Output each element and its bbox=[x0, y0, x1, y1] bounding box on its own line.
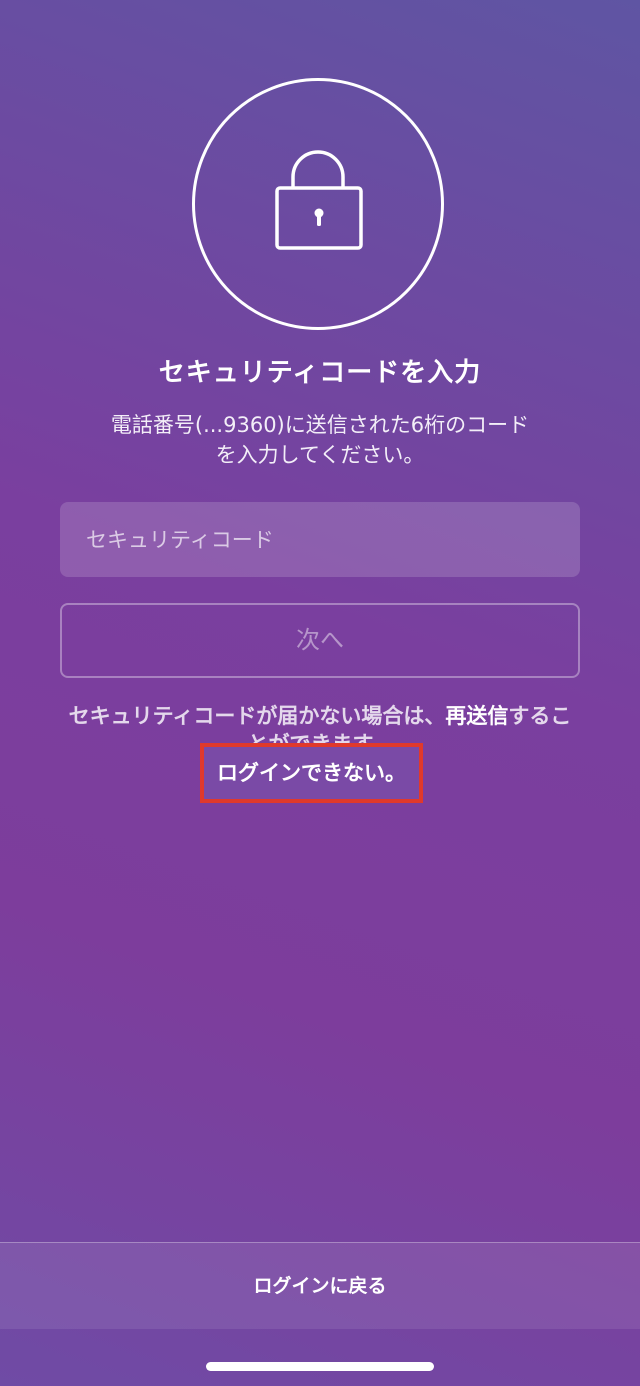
resend-prefix: セキュリティコードが届かない場合は、 bbox=[68, 704, 446, 728]
back-to-login-button[interactable]: ログインに戻る bbox=[0, 1242, 640, 1329]
page-title: セキュリティコードを入力 bbox=[158, 358, 482, 388]
resend-help-text: セキュリティコードが届かない場合は、再送信することができます。 bbox=[60, 702, 580, 744]
resend-link[interactable]: 再送信 bbox=[445, 704, 508, 728]
security-code-screen: セキュリティコードを入力 電話番号(...9360)に送信された6桁のコードを入… bbox=[0, 0, 640, 1386]
instruction-text: 電話番号(...9360)に送信された6桁のコードを入力してください。 bbox=[110, 413, 530, 467]
cant-login-link[interactable]: ログインできない。 bbox=[204, 747, 419, 799]
cant-login-highlight: ログインできない。 bbox=[200, 743, 423, 803]
lock-circle bbox=[192, 78, 444, 330]
padlock-icon bbox=[275, 150, 363, 250]
security-code-input[interactable] bbox=[60, 502, 580, 577]
home-indicator[interactable] bbox=[206, 1362, 434, 1371]
next-button[interactable]: 次へ bbox=[60, 603, 580, 678]
